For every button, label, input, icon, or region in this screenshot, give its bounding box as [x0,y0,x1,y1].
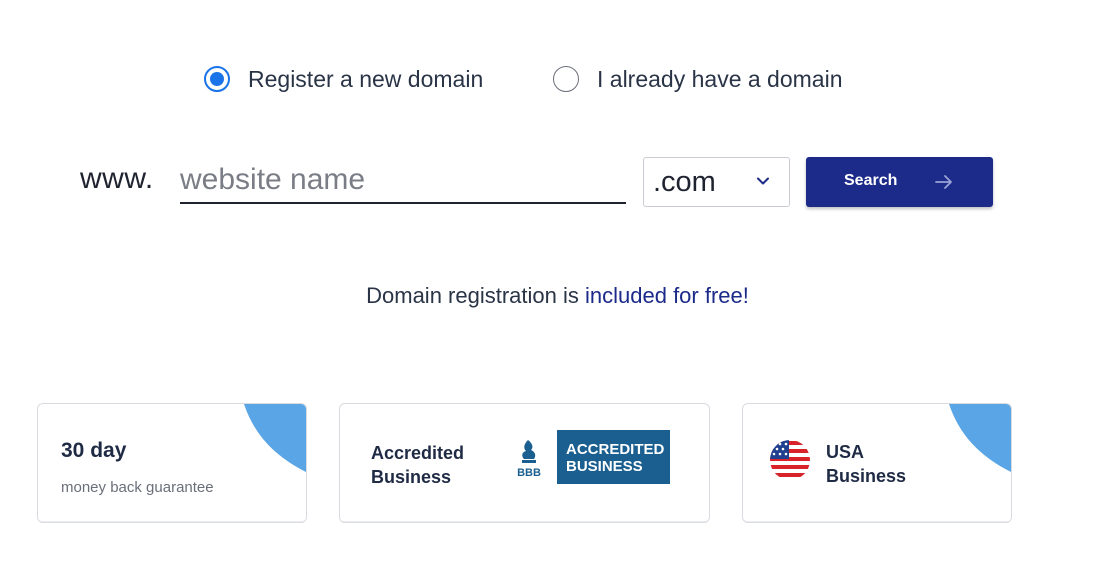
guarantee-title: 30 day [61,439,127,462]
radio-label-register: Register a new domain [248,65,484,92]
website-name-input[interactable] [180,158,626,204]
radio-label-have-domain: I already have a domain [597,65,843,92]
free-registration-note: Domain registration is included for free… [0,283,1115,309]
domain-mode-group: Register a new domain I already have a d… [0,62,1115,96]
badge-line1: ACCREDITED [566,441,665,458]
usa-card-line1: USA [826,442,865,462]
usa-business-card: USA Business [742,403,1012,523]
radio-register-new-domain[interactable]: Register a new domain [204,62,483,96]
bbb-accredited-badge: ACCREDITED BUSINESS [557,430,670,484]
guarantee-subtitle: money back guarantee [61,479,214,496]
us-flag-icon [770,440,810,480]
radio-checked-icon[interactable] [204,66,230,92]
usa-card-text: USA Business [826,440,906,488]
bbb-torch-logo-icon: BBB [517,440,541,479]
guarantee-card: 30 day money back guarantee [37,403,307,523]
usa-card-line2: Business [826,466,907,486]
bbb-card-text: Accredited Business [371,441,464,489]
bbb-card-line2: Business [371,467,452,487]
search-button[interactable]: Search [806,157,993,207]
note-text: Domain registration is [366,283,585,308]
radio-unchecked-icon[interactable] [553,66,579,92]
svg-text:BBB: BBB [517,467,541,479]
corner-accent-shape [949,404,1011,472]
chevron-down-icon [757,177,769,185]
tld-selected-value: .com [653,166,716,198]
note-highlight-link[interactable]: included for free! [585,283,749,308]
badge-line2: BUSINESS [566,458,643,475]
radio-have-domain[interactable]: I already have a domain [553,62,843,96]
www-prefix: www. [80,162,154,195]
corner-accent-shape [244,404,306,472]
bbb-card-line1: Accredited [371,443,465,463]
tld-dropdown[interactable]: .com [643,157,790,207]
search-button-label: Search [844,172,898,189]
arrow-right-icon [935,175,952,189]
bbb-card: Accredited Business BBB ACCREDITED BUSIN… [339,403,710,523]
